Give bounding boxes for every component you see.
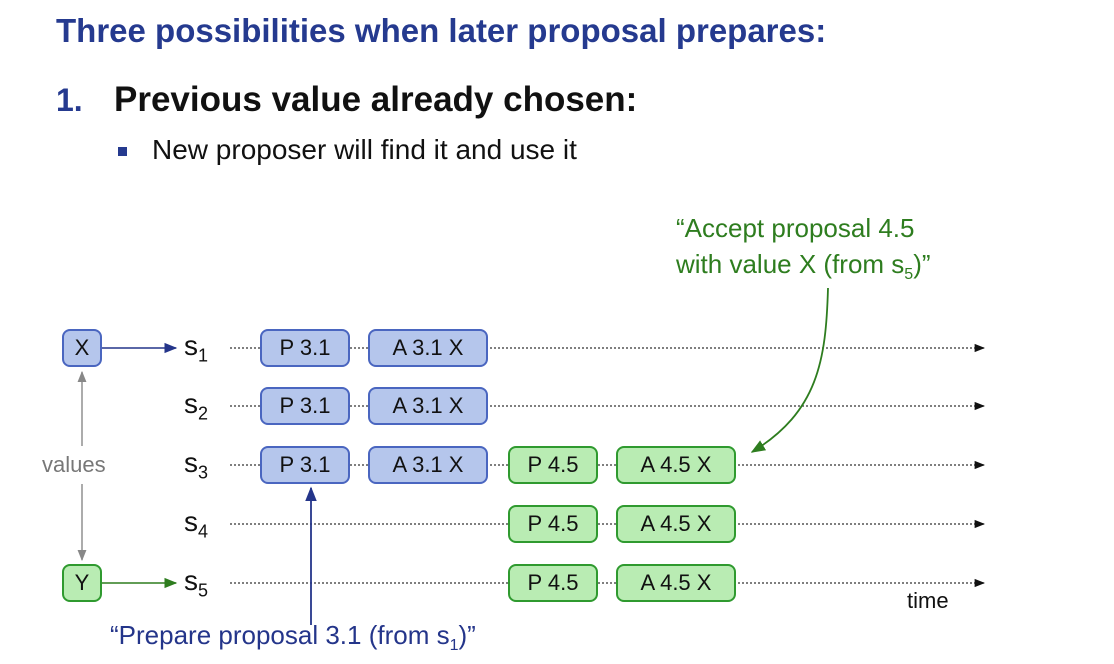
- value-y-box: Y: [62, 564, 102, 602]
- accept-box-s3: A 3.1 X: [368, 446, 488, 484]
- prepare-box-s1: P 3.1: [260, 329, 350, 367]
- accept-annotation: “Accept proposal 4.5 with value X (from …: [676, 210, 931, 293]
- prepare-new-box-s5: P 4.5: [508, 564, 598, 602]
- accept-annotation-line2: with value X (from s5)”: [676, 249, 931, 284]
- accept-new-box-s4: A 4.5 X: [616, 505, 736, 543]
- server-label-s3: s3: [184, 447, 209, 483]
- accept-annotation-line1: “Accept proposal 4.5: [676, 213, 915, 243]
- accept-new-box-s5: A 4.5 X: [616, 564, 736, 602]
- prepare-box-s3: P 3.1: [260, 446, 350, 484]
- prepare-new-box-s3: P 4.5: [508, 446, 598, 484]
- accept-box-s1: A 3.1 X: [368, 329, 488, 367]
- value-x-box: X: [62, 329, 102, 367]
- value-x-label: X: [74, 335, 90, 360]
- server-label-s5: s5: [184, 565, 209, 601]
- server-label-s2: s2: [184, 388, 209, 424]
- server-label-s1: s1: [184, 330, 209, 366]
- accept-new-box-s3: A 4.5 X: [616, 446, 736, 484]
- value-y-label: Y: [74, 570, 90, 595]
- time-label: time: [907, 588, 949, 613]
- accept-box-s2: A 3.1 X: [368, 387, 488, 425]
- accept-annotation-arrow: [750, 287, 829, 453]
- prepare-box-s2: P 3.1: [260, 387, 350, 425]
- values-label: values: [42, 452, 106, 477]
- server-label-s4: s4: [184, 506, 209, 542]
- prepare-annotation: “Prepare proposal 3.1 (from s1)”: [110, 620, 476, 655]
- prepare-new-box-s4: P 4.5: [508, 505, 598, 543]
